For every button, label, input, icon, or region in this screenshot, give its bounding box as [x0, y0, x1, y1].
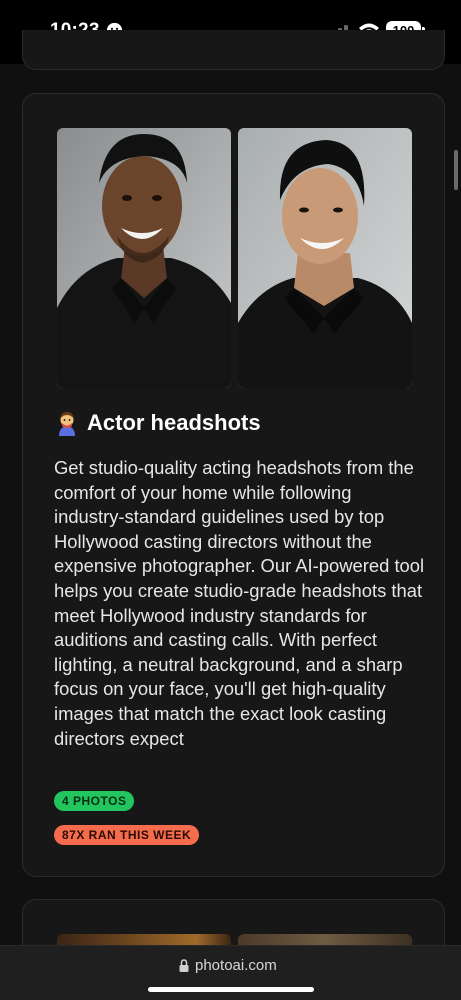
scrollbar[interactable] [454, 150, 458, 190]
card-title: Actor headshots [87, 410, 261, 435]
actor-headshots-card[interactable]: Actor headshots Get studio-quality actin… [22, 93, 445, 877]
weekly-runs-badge: 87X RAN THIS WEEK [54, 825, 200, 845]
actor-emoji-icon [59, 412, 75, 436]
headshot-photo-1 [57, 128, 231, 388]
browser-url-bar[interactable]: photoai.com [0, 945, 461, 1000]
home-indicator[interactable] [148, 987, 314, 992]
headshot-photo-2 [238, 128, 412, 388]
previous-card[interactable] [22, 30, 445, 70]
photos-count-badge: 4 PHOTOS [54, 791, 135, 811]
url-text[interactable]: photoai.com [195, 957, 277, 974]
lock-icon [179, 959, 189, 972]
card-title-row: Actor headshots [55, 410, 261, 436]
card-description: Get studio-quality acting headshots from… [54, 457, 425, 749]
